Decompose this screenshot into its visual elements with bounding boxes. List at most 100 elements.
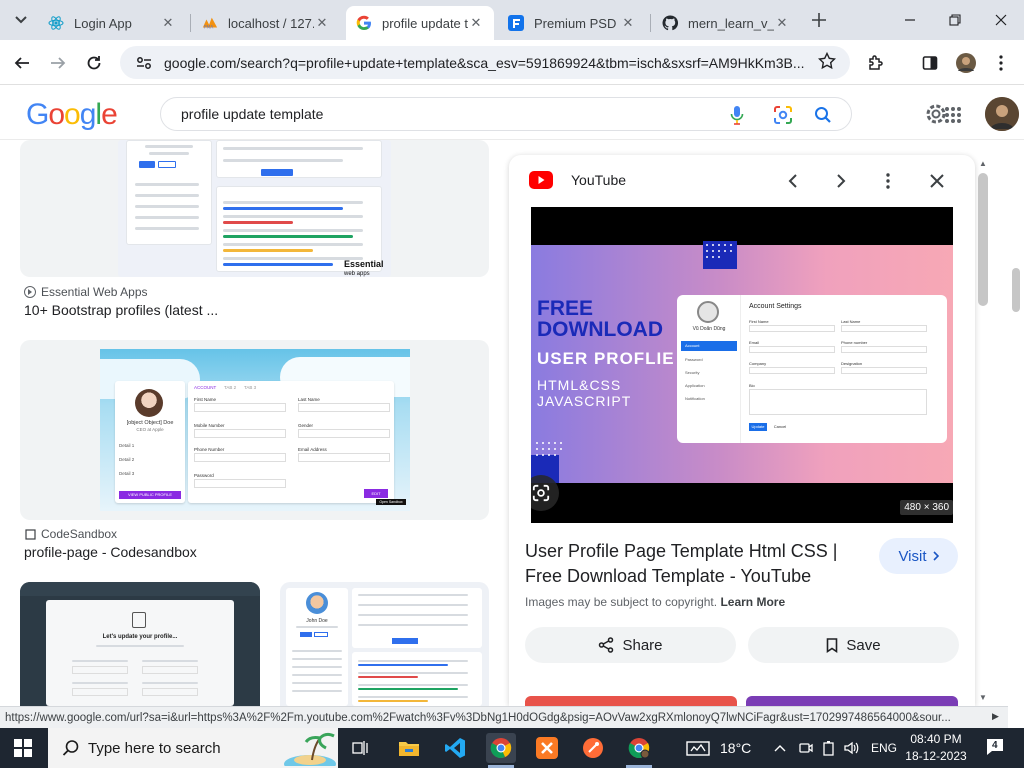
next-result-button[interactable] [829, 169, 853, 193]
close-tab-icon[interactable]: ✕ [468, 15, 484, 31]
account-settings-card: Vũ Doãn Dũng Account Password Security A… [677, 295, 947, 443]
tab-github[interactable]: mern_learn_v_2 ✕ [652, 6, 800, 40]
save-label: Save [846, 636, 881, 654]
weather-widget[interactable]: 18°C [686, 728, 751, 768]
notification-count: 4 [992, 740, 998, 751]
result-source[interactable]: CodeSandbox [24, 527, 117, 541]
related-image-thumbnail[interactable] [525, 696, 737, 706]
close-icon [995, 14, 1007, 26]
profile-avatar[interactable] [953, 50, 979, 76]
form-card-mock: ACCOUNT TAB 2 TAB 3 First Name Last Name… [188, 381, 406, 505]
file-explorer-icon[interactable] [394, 733, 424, 763]
taskbar-clock[interactable]: 08:40 PM 18-12-2023 [898, 731, 974, 765]
result-thumbnail: Let's update your profile... [46, 600, 234, 706]
address-bar[interactable]: google.com/search?q=profile+update+templ… [120, 46, 850, 79]
taskbar-search-box[interactable]: Type here to search [48, 728, 338, 768]
tab-localhost[interactable]: PMA localhost / 127. ✕ [192, 6, 340, 40]
show-hidden-icons-button[interactable] [774, 728, 786, 768]
mock-edit-button: EDIT [364, 489, 388, 498]
result-title[interactable]: profile-page - Codesandbox [24, 544, 197, 560]
save-button[interactable]: Save [748, 627, 959, 663]
browser-menu-button[interactable] [988, 50, 1014, 76]
bookmark-star-icon[interactable] [817, 51, 837, 75]
panel-scrollbar[interactable]: ▲ ▼ [975, 155, 991, 706]
project-status-card-mock [352, 652, 482, 706]
google-account-avatar[interactable] [985, 97, 1019, 131]
chevron-right-icon [837, 174, 846, 188]
scroll-right-arrow-icon[interactable]: ▶ [992, 711, 999, 722]
result-image-card[interactable]: John Doe [280, 582, 489, 706]
new-tab-button[interactable] [808, 9, 830, 31]
previous-result-button[interactable] [781, 169, 805, 193]
avatar-icon [956, 53, 976, 73]
google-lens-icon[interactable] [773, 105, 793, 125]
card-menu-item: Notification [685, 396, 705, 401]
page-scrollbar-thumb[interactable] [1012, 268, 1020, 312]
visit-label: Visit [898, 547, 927, 565]
page-scrollbar[interactable] [1008, 140, 1024, 706]
forward-button[interactable] [45, 50, 71, 76]
microphone-icon[interactable] [727, 105, 747, 125]
chrome-icon[interactable] [486, 733, 516, 763]
result-title[interactable]: 10+ Bootstrap profiles (latest ... [24, 302, 218, 318]
search-query[interactable]: profile update template [181, 106, 323, 122]
panel-scrollbar-thumb[interactable] [978, 173, 988, 306]
close-tab-icon[interactable]: ✕ [314, 15, 330, 31]
side-panel-button[interactable] [917, 50, 943, 76]
weather-temp: 18°C [720, 740, 752, 756]
meet-now-icon[interactable] [799, 728, 813, 768]
xampp-icon[interactable] [532, 733, 562, 763]
more-options-button[interactable] [876, 169, 900, 193]
learn-more-link[interactable]: Learn More [720, 595, 785, 609]
arrow-right-icon [51, 57, 66, 69]
share-button[interactable]: Share [525, 627, 736, 663]
image-preview-panel: YouTube FREE DOWNLOAD USER PROFLIE HTML&… [509, 155, 975, 706]
scroll-up-arrow-icon[interactable]: ▲ [979, 159, 987, 168]
minimize-button[interactable] [898, 8, 922, 32]
tab-profile-update[interactable]: profile update t ✕ [346, 6, 494, 40]
extensions-button[interactable] [863, 50, 889, 76]
vscode-icon[interactable] [440, 733, 470, 763]
source-name: CodeSandbox [41, 527, 118, 541]
close-tab-icon[interactable]: ✕ [160, 15, 176, 31]
tab-premium-psd[interactable]: Premium PSD | ✕ [498, 6, 646, 40]
watermark-bottom: web apps [344, 271, 370, 277]
reload-button[interactable] [81, 50, 107, 76]
result-image-card[interactable]: Essential web apps [20, 140, 489, 277]
google-search-box[interactable]: profile update template [160, 97, 852, 131]
google-logo[interactable]: Google [26, 98, 118, 132]
notification-center-button[interactable]: 4 [985, 737, 1005, 757]
close-panel-button[interactable] [925, 169, 949, 193]
preview-title[interactable]: User Profile Page Template Html CSS | Fr… [525, 539, 855, 589]
chrome-profile-icon[interactable] [624, 733, 654, 763]
input-language[interactable]: ENG [871, 728, 897, 768]
volume-icon[interactable] [843, 728, 859, 768]
profile-card-mock [126, 140, 212, 245]
close-tab-icon[interactable]: ✕ [620, 15, 636, 31]
result-image-card[interactable]: [object Object] Doe CEO at Apple Detail … [20, 340, 489, 520]
battery-icon[interactable] [822, 728, 836, 768]
result-image-card[interactable]: Let's update your profile... [20, 582, 260, 706]
mock-field-label: Mobile Number [194, 423, 225, 428]
task-view-icon[interactable] [346, 733, 376, 763]
visit-button[interactable]: Visit [879, 538, 958, 574]
postman-icon[interactable] [578, 733, 608, 763]
windows-start-icon[interactable] [14, 739, 32, 757]
search-icon[interactable] [813, 105, 833, 125]
close-tab-icon[interactable]: ✕ [774, 15, 790, 31]
panel-source-name[interactable]: YouTube [571, 172, 626, 188]
scroll-down-arrow-icon[interactable]: ▼ [979, 693, 987, 702]
result-source[interactable]: Essential Web Apps [24, 285, 148, 299]
browser-toolbar: google.com/search?q=profile+update+templ… [0, 40, 1024, 85]
apps-grid-icon[interactable] [944, 106, 962, 129]
site-info-icon[interactable] [134, 53, 154, 73]
restore-button[interactable] [943, 8, 967, 32]
tab-login-app[interactable]: Login App ✕ [38, 6, 186, 40]
related-image-thumbnail[interactable] [746, 696, 958, 706]
freepik-icon [508, 15, 524, 31]
close-window-button[interactable] [989, 8, 1013, 32]
back-button[interactable] [9, 50, 35, 76]
mock-field-label: Phone Number [194, 447, 225, 452]
preview-image[interactable]: FREE DOWNLOAD USER PROFLIE HTML&CSS JAVA… [531, 207, 953, 523]
tab-search-button[interactable] [8, 7, 34, 33]
